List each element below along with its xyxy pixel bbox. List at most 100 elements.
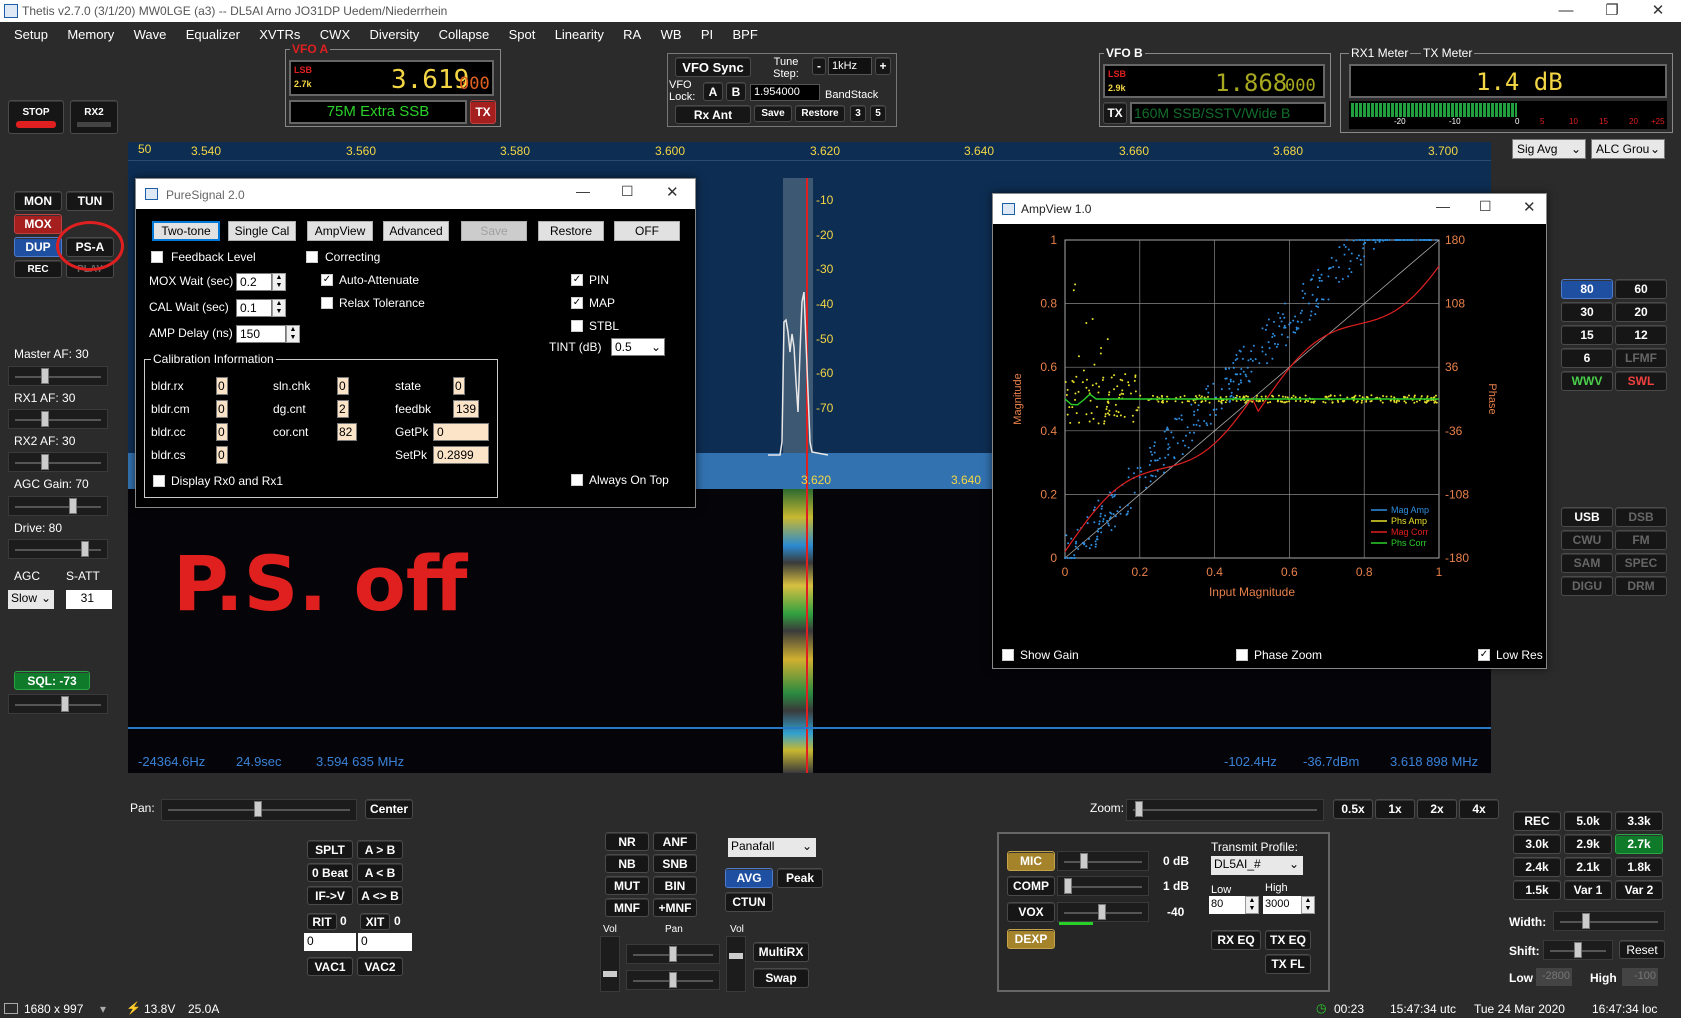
vac2-button[interactable]: VAC2 — [357, 957, 403, 976]
mode-fm-button[interactable]: FM — [1615, 530, 1667, 550]
rx-eq-button[interactable]: RX EQ — [1211, 930, 1261, 950]
display-rx-checkbox[interactable] — [153, 475, 165, 487]
filter-2k7-button[interactable]: 2.7k — [1615, 834, 1663, 854]
band-30-button[interactable]: 30 — [1561, 302, 1613, 322]
mode-usb-button[interactable]: USB — [1561, 507, 1613, 527]
always-on-top-checkbox[interactable] — [571, 474, 583, 486]
tx-filter-button[interactable]: TX FL — [1265, 954, 1311, 974]
vox-button[interactable]: VOX — [1007, 902, 1055, 922]
band-60-button[interactable]: 60 — [1615, 279, 1667, 299]
tune-step-minus[interactable]: - — [812, 57, 826, 75]
map-checkbox[interactable]: ✓ — [571, 297, 583, 309]
two-tone-button[interactable]: Two-tone — [152, 221, 220, 241]
rit-input[interactable]: 0 — [304, 933, 356, 951]
cal-wait-spinner[interactable]: ▲ ▼ — [272, 299, 286, 317]
minimize-button[interactable]: — — [576, 183, 590, 199]
filter-var2-button[interactable]: Var 2 — [1615, 880, 1663, 900]
nr-button[interactable]: NR — [605, 832, 649, 851]
ampview-button[interactable]: AmpView — [307, 221, 373, 241]
menu-memory[interactable]: Memory — [59, 22, 122, 46]
vox-slider[interactable] — [1057, 902, 1149, 922]
low-res-checkbox[interactable]: ✓ — [1478, 649, 1490, 661]
close-button[interactable]: ✕ — [1635, 0, 1681, 22]
mode-spec-button[interactable]: SPEC — [1615, 553, 1667, 573]
tune-step-value[interactable]: 1kHz — [828, 57, 872, 75]
band-lfmf-button[interactable]: LFMF — [1615, 348, 1667, 368]
nb-button[interactable]: NB — [605, 854, 649, 873]
pan-slider[interactable] — [161, 799, 357, 821]
bandstack-3-button[interactable]: 3 — [850, 105, 866, 122]
a-to-b-button[interactable]: A > B — [357, 840, 403, 859]
band-swl-button[interactable]: SWL — [1615, 371, 1667, 391]
stbl-checkbox[interactable] — [571, 320, 583, 332]
master-af-slider[interactable] — [8, 366, 108, 386]
tint-select[interactable]: 0.5 ⌄ — [611, 338, 665, 356]
filter-rec-button[interactable]: REC — [1513, 811, 1561, 831]
filter-2k9-button[interactable]: 2.9k — [1564, 834, 1612, 854]
agc-gain-slider[interactable] — [8, 496, 108, 516]
tun-button[interactable]: TUN — [66, 191, 114, 211]
band-15-button[interactable]: 15 — [1561, 325, 1613, 345]
mic-slider[interactable] — [1057, 851, 1149, 871]
dup-button[interactable]: DUP — [14, 237, 62, 257]
mut-button[interactable]: MUT — [605, 876, 649, 895]
menu-wave[interactable]: Wave — [126, 22, 175, 46]
mnf-button[interactable]: MNF — [605, 898, 649, 917]
cal-wait-input[interactable]: 0.1 — [236, 299, 272, 317]
swap-button[interactable]: Swap — [753, 968, 809, 988]
mode-cwu-button[interactable]: CWU — [1561, 530, 1613, 550]
minimize-button[interactable]: — — [1436, 198, 1450, 214]
single-cal-button[interactable]: Single Cal — [228, 221, 296, 241]
phase-zoom-checkbox[interactable] — [1236, 649, 1248, 661]
xit-input[interactable]: 0 — [358, 933, 412, 951]
vfo-a-tx-button[interactable]: TX — [470, 100, 496, 124]
filter-2k4-button[interactable]: 2.4k — [1513, 857, 1561, 877]
vfo-freq-field[interactable]: 1.954000 — [750, 84, 820, 101]
mic-button[interactable]: MIC — [1007, 851, 1055, 871]
band-20-button[interactable]: 20 — [1615, 302, 1667, 322]
zoom-2x-button[interactable]: 2x — [1417, 799, 1457, 819]
filter-1k8-button[interactable]: 1.8k — [1615, 857, 1663, 877]
satt-input[interactable]: 31 — [66, 590, 112, 609]
drive-slider[interactable] — [8, 539, 108, 559]
bin-button[interactable]: BIN — [653, 876, 697, 895]
menu-bpf[interactable]: BPF — [725, 22, 766, 46]
mode-digu-button[interactable]: DIGU — [1561, 576, 1613, 596]
reset-button[interactable]: Reset — [1619, 940, 1665, 959]
ctun-button[interactable]: CTUN — [725, 892, 773, 912]
menu-ra[interactable]: RA — [615, 22, 649, 46]
menu-equalizer[interactable]: Equalizer — [178, 22, 248, 46]
tx-low-input[interactable]: 80 — [1209, 896, 1245, 914]
agc-mode-select[interactable]: Slow ⌄ — [8, 590, 54, 609]
sql-button[interactable]: SQL: -73 — [14, 671, 90, 690]
band-6-button[interactable]: 6 — [1561, 348, 1613, 368]
close-button[interactable]: ✕ — [1523, 198, 1536, 216]
band-80-button[interactable]: 80 — [1561, 279, 1613, 299]
save-button[interactable]: Save — [461, 221, 527, 241]
pan-rx-slider[interactable] — [626, 944, 720, 964]
menu-diversity[interactable]: Diversity — [361, 22, 427, 46]
tx-low-spinner[interactable]: ▲ ▼ — [1245, 896, 1259, 914]
tx-high-input[interactable]: 3000 — [1263, 896, 1301, 914]
vfo-sync-button[interactable]: VFO Sync — [675, 57, 751, 77]
sql-slider[interactable] — [8, 694, 108, 714]
restore-button[interactable]: Restore — [795, 105, 845, 122]
zoom-05x-button[interactable]: 0.5x — [1333, 799, 1373, 819]
show-gain-checkbox[interactable] — [1002, 649, 1014, 661]
vfo-b-band[interactable]: 160M SSB/SSTV/Wide B — [1130, 102, 1326, 124]
filter-5k0-button[interactable]: 5.0k — [1564, 811, 1612, 831]
pan-rx2-slider[interactable] — [626, 970, 720, 990]
width-slider[interactable] — [1553, 911, 1665, 931]
save-button[interactable]: Save — [754, 105, 792, 122]
vol1-slider[interactable] — [600, 936, 620, 992]
tx-eq-button[interactable]: TX EQ — [1265, 930, 1311, 950]
vol2-slider[interactable] — [726, 936, 746, 992]
rx2-af-slider[interactable] — [8, 452, 108, 472]
auto-attenuate-checkbox[interactable]: ✓ — [321, 274, 333, 286]
snb-button[interactable]: SNB — [653, 854, 697, 873]
peak-button[interactable]: Peak — [777, 868, 823, 888]
center-button[interactable]: Center — [365, 799, 413, 819]
filter-3k3-button[interactable]: 3.3k — [1615, 811, 1663, 831]
plus-mnf-button[interactable]: +MNF — [653, 898, 697, 917]
filter-3k0-button[interactable]: 3.0k — [1513, 834, 1561, 854]
